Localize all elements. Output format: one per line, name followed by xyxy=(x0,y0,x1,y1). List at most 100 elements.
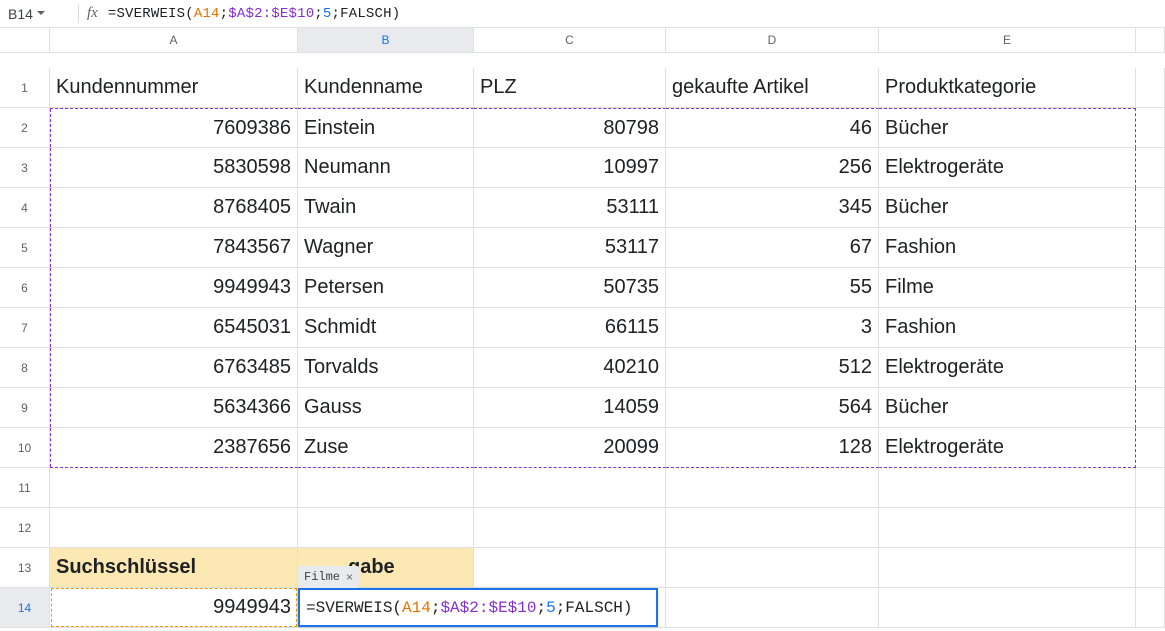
row-header-12[interactable]: 12 xyxy=(0,508,50,548)
cell-A7[interactable]: 6545031 xyxy=(50,308,298,348)
cell-D4[interactable]: 345 xyxy=(666,188,879,228)
cell-C13[interactable] xyxy=(474,548,666,588)
cell-D7[interactable]: 3 xyxy=(666,308,879,348)
cell-E14[interactable] xyxy=(879,588,1136,628)
cell-B12[interactable] xyxy=(298,508,474,548)
formula-input[interactable]: =SVERWEIS(A14;$A$2:$E$10;5;FALSCH) xyxy=(108,6,401,22)
cell-B1[interactable]: Kundenname xyxy=(298,68,474,108)
col-header-A[interactable]: A xyxy=(50,28,298,53)
cell-F1[interactable] xyxy=(1136,68,1165,108)
cell-E9[interactable]: Bücher xyxy=(879,388,1136,428)
cell-C12[interactable] xyxy=(474,508,666,548)
cell-F10[interactable] xyxy=(1136,428,1165,468)
cell-C9[interactable]: 14059 xyxy=(474,388,666,428)
cell-B14[interactable]: Filme × =SVERWEIS(A14;$A$2:$E$10;5;FALSC… xyxy=(298,588,474,628)
cell-F3[interactable] xyxy=(1136,148,1165,188)
name-box[interactable]: B14 xyxy=(2,6,70,22)
col-header-E[interactable]: E xyxy=(879,28,1136,53)
cell-C3[interactable]: 10997 xyxy=(474,148,666,188)
cell-B5[interactable]: Wagner xyxy=(298,228,474,268)
cell-D14[interactable] xyxy=(666,588,879,628)
row-header-7[interactable]: 7 xyxy=(0,308,50,348)
cell-C4[interactable]: 53111 xyxy=(474,188,666,228)
cell-E4[interactable]: Bücher xyxy=(879,188,1136,228)
cell-A11[interactable] xyxy=(50,468,298,508)
cell-D12[interactable] xyxy=(666,508,879,548)
cell-F8[interactable] xyxy=(1136,348,1165,388)
cell-F12[interactable] xyxy=(1136,508,1165,548)
cell-D2[interactable]: 46 xyxy=(666,108,879,148)
cell-F2[interactable] xyxy=(1136,108,1165,148)
cell-E5[interactable]: Fashion xyxy=(879,228,1136,268)
cell-B11[interactable] xyxy=(298,468,474,508)
row-header-14[interactable]: 14 xyxy=(0,588,50,628)
cell-F5[interactable] xyxy=(1136,228,1165,268)
cell-B7[interactable]: Schmidt xyxy=(298,308,474,348)
cell-A10[interactable]: 2387656 xyxy=(50,428,298,468)
cell-C6[interactable]: 50735 xyxy=(474,268,666,308)
cell-B4[interactable]: Twain xyxy=(298,188,474,228)
cell-C2[interactable]: 80798 xyxy=(474,108,666,148)
col-header-C[interactable]: C xyxy=(474,28,666,53)
cell-B9[interactable]: Gauss xyxy=(298,388,474,428)
cell-E3[interactable]: Elektrogeräte xyxy=(879,148,1136,188)
row-header-1[interactable]: 1 xyxy=(0,68,50,108)
col-header-B[interactable]: B xyxy=(298,28,474,53)
cell-D8[interactable]: 512 xyxy=(666,348,879,388)
cell-F4[interactable] xyxy=(1136,188,1165,228)
cell-E1[interactable]: Produktkategorie xyxy=(879,68,1136,108)
cell-E8[interactable]: Elektrogeräte xyxy=(879,348,1136,388)
cell-D5[interactable]: 67 xyxy=(666,228,879,268)
row-header-2[interactable]: 2 xyxy=(0,108,50,148)
col-header-D[interactable]: D xyxy=(666,28,879,53)
cell-E6[interactable]: Filme xyxy=(879,268,1136,308)
row-header-8[interactable]: 8 xyxy=(0,348,50,388)
cell-B6[interactable]: Petersen xyxy=(298,268,474,308)
cell-B3[interactable]: Neumann xyxy=(298,148,474,188)
row-header-3[interactable]: 3 xyxy=(0,148,50,188)
cell-A9[interactable]: 5634366 xyxy=(50,388,298,428)
cell-E2[interactable]: Bücher xyxy=(879,108,1136,148)
cell-B8[interactable]: Torvalds xyxy=(298,348,474,388)
cell-A2[interactable]: 7609386 xyxy=(50,108,298,148)
cell-D9[interactable]: 564 xyxy=(666,388,879,428)
cell-B2[interactable]: Einstein xyxy=(298,108,474,148)
row-header-10[interactable]: 10 xyxy=(0,428,50,468)
cell-E10[interactable]: Elektrogeräte xyxy=(879,428,1136,468)
cell-C11[interactable] xyxy=(474,468,666,508)
cell-E7[interactable]: Fashion xyxy=(879,308,1136,348)
cell-A8[interactable]: 6763485 xyxy=(50,348,298,388)
cell-B10[interactable]: Zuse xyxy=(298,428,474,468)
cell-D10[interactable]: 128 xyxy=(666,428,879,468)
cell-E13[interactable] xyxy=(879,548,1136,588)
cell-A6[interactable]: 9949943 xyxy=(50,268,298,308)
row-header-13[interactable]: 13 xyxy=(0,548,50,588)
cell-D11[interactable] xyxy=(666,468,879,508)
cell-F13[interactable] xyxy=(1136,548,1165,588)
cell-D13[interactable] xyxy=(666,548,879,588)
cell-D3[interactable]: 256 xyxy=(666,148,879,188)
cell-C7[interactable]: 66115 xyxy=(474,308,666,348)
cell-F14[interactable] xyxy=(1136,588,1165,628)
cell-C10[interactable]: 20099 xyxy=(474,428,666,468)
cell-C8[interactable]: 40210 xyxy=(474,348,666,388)
row-header-6[interactable]: 6 xyxy=(0,268,50,308)
cell-C5[interactable]: 53117 xyxy=(474,228,666,268)
cell-A5[interactable]: 7843567 xyxy=(50,228,298,268)
cell-D6[interactable]: 55 xyxy=(666,268,879,308)
select-all-corner[interactable] xyxy=(0,28,50,53)
spreadsheet-grid[interactable]: A B C D E 1 Kundennummer Kundenname PLZ … xyxy=(0,28,1165,628)
cell-A3[interactable]: 5830598 xyxy=(50,148,298,188)
col-header-F[interactable] xyxy=(1136,28,1165,53)
cell-F9[interactable] xyxy=(1136,388,1165,428)
cell-A14[interactable]: 9949943 xyxy=(50,588,298,628)
close-icon[interactable]: × xyxy=(346,570,353,584)
cell-A12[interactable] xyxy=(50,508,298,548)
cell-E11[interactable] xyxy=(879,468,1136,508)
cell-F11[interactable] xyxy=(1136,468,1165,508)
cell-A1[interactable]: Kundennummer xyxy=(50,68,298,108)
row-header-9[interactable]: 9 xyxy=(0,388,50,428)
cell-editor[interactable]: =SVERWEIS(A14;$A$2:$E$10;5;FALSCH) xyxy=(298,588,658,627)
row-header-4[interactable]: 4 xyxy=(0,188,50,228)
cell-A13[interactable]: Suchschlüssel xyxy=(50,548,298,588)
